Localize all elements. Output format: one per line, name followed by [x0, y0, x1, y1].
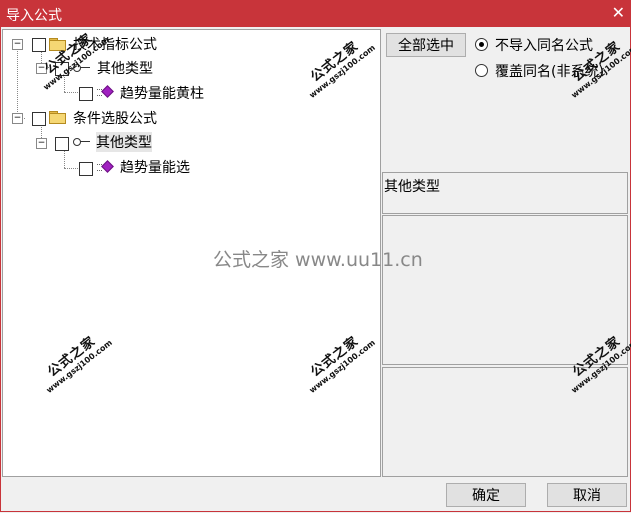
- type-info-box: 其他类型: [382, 172, 628, 214]
- node-checkbox[interactable]: [79, 162, 93, 176]
- expand-toggle[interactable]: −: [12, 113, 23, 124]
- tree-node-label[interactable]: 趋势量能黄柱: [120, 83, 204, 103]
- key-icon: [73, 63, 91, 73]
- tree-node-label[interactable]: 技术指标公式: [73, 34, 157, 54]
- select-all-button[interactable]: 全部选中: [386, 33, 466, 57]
- type-info-label: 其他类型: [384, 179, 440, 195]
- tree-connector: [64, 92, 78, 93]
- preview-panel[interactable]: [382, 367, 628, 477]
- node-checkbox[interactable]: [32, 112, 46, 126]
- option-label[interactable]: 不导入同名公式: [495, 35, 593, 55]
- option-label[interactable]: 覆盖同名(非系统): [495, 61, 604, 81]
- tree-connector: [64, 150, 65, 168]
- tree-node-label[interactable]: 其他类型: [97, 58, 153, 78]
- close-icon[interactable]: ✕: [612, 3, 625, 22]
- tree-connector: [64, 168, 78, 169]
- node-checkbox[interactable]: [79, 87, 93, 101]
- title-bar: 导入公式 ✕: [0, 0, 631, 27]
- description-panel[interactable]: [382, 215, 628, 365]
- tree-node-label[interactable]: 条件选股公式: [73, 108, 157, 128]
- tree-node-label[interactable]: 趋势量能选: [120, 157, 190, 177]
- radio-overwrite[interactable]: [475, 64, 488, 77]
- cancel-button[interactable]: 取消: [547, 483, 627, 507]
- formula-tree[interactable]: − 技术指标公式 − 其他类型 趋势量能黄柱 − 条件选股公式 − 其他类型 趋…: [2, 29, 381, 477]
- tree-connector: [17, 48, 18, 118]
- node-checkbox[interactable]: [55, 137, 69, 151]
- gem-icon: [97, 160, 114, 173]
- expand-toggle[interactable]: −: [36, 138, 47, 149]
- folder-icon: [49, 38, 66, 51]
- node-checkbox[interactable]: [32, 38, 46, 52]
- gem-icon: [97, 85, 114, 98]
- expand-toggle[interactable]: −: [12, 39, 23, 50]
- radio-skip-duplicates[interactable]: [475, 38, 488, 51]
- folder-icon: [49, 111, 66, 124]
- node-checkbox[interactable]: [55, 62, 69, 76]
- ok-button[interactable]: 确定: [446, 483, 526, 507]
- key-icon: [73, 137, 91, 147]
- window-title: 导入公式: [6, 8, 62, 24]
- tree-node-label-selected[interactable]: 其他类型: [96, 132, 152, 152]
- expand-toggle[interactable]: −: [36, 63, 47, 74]
